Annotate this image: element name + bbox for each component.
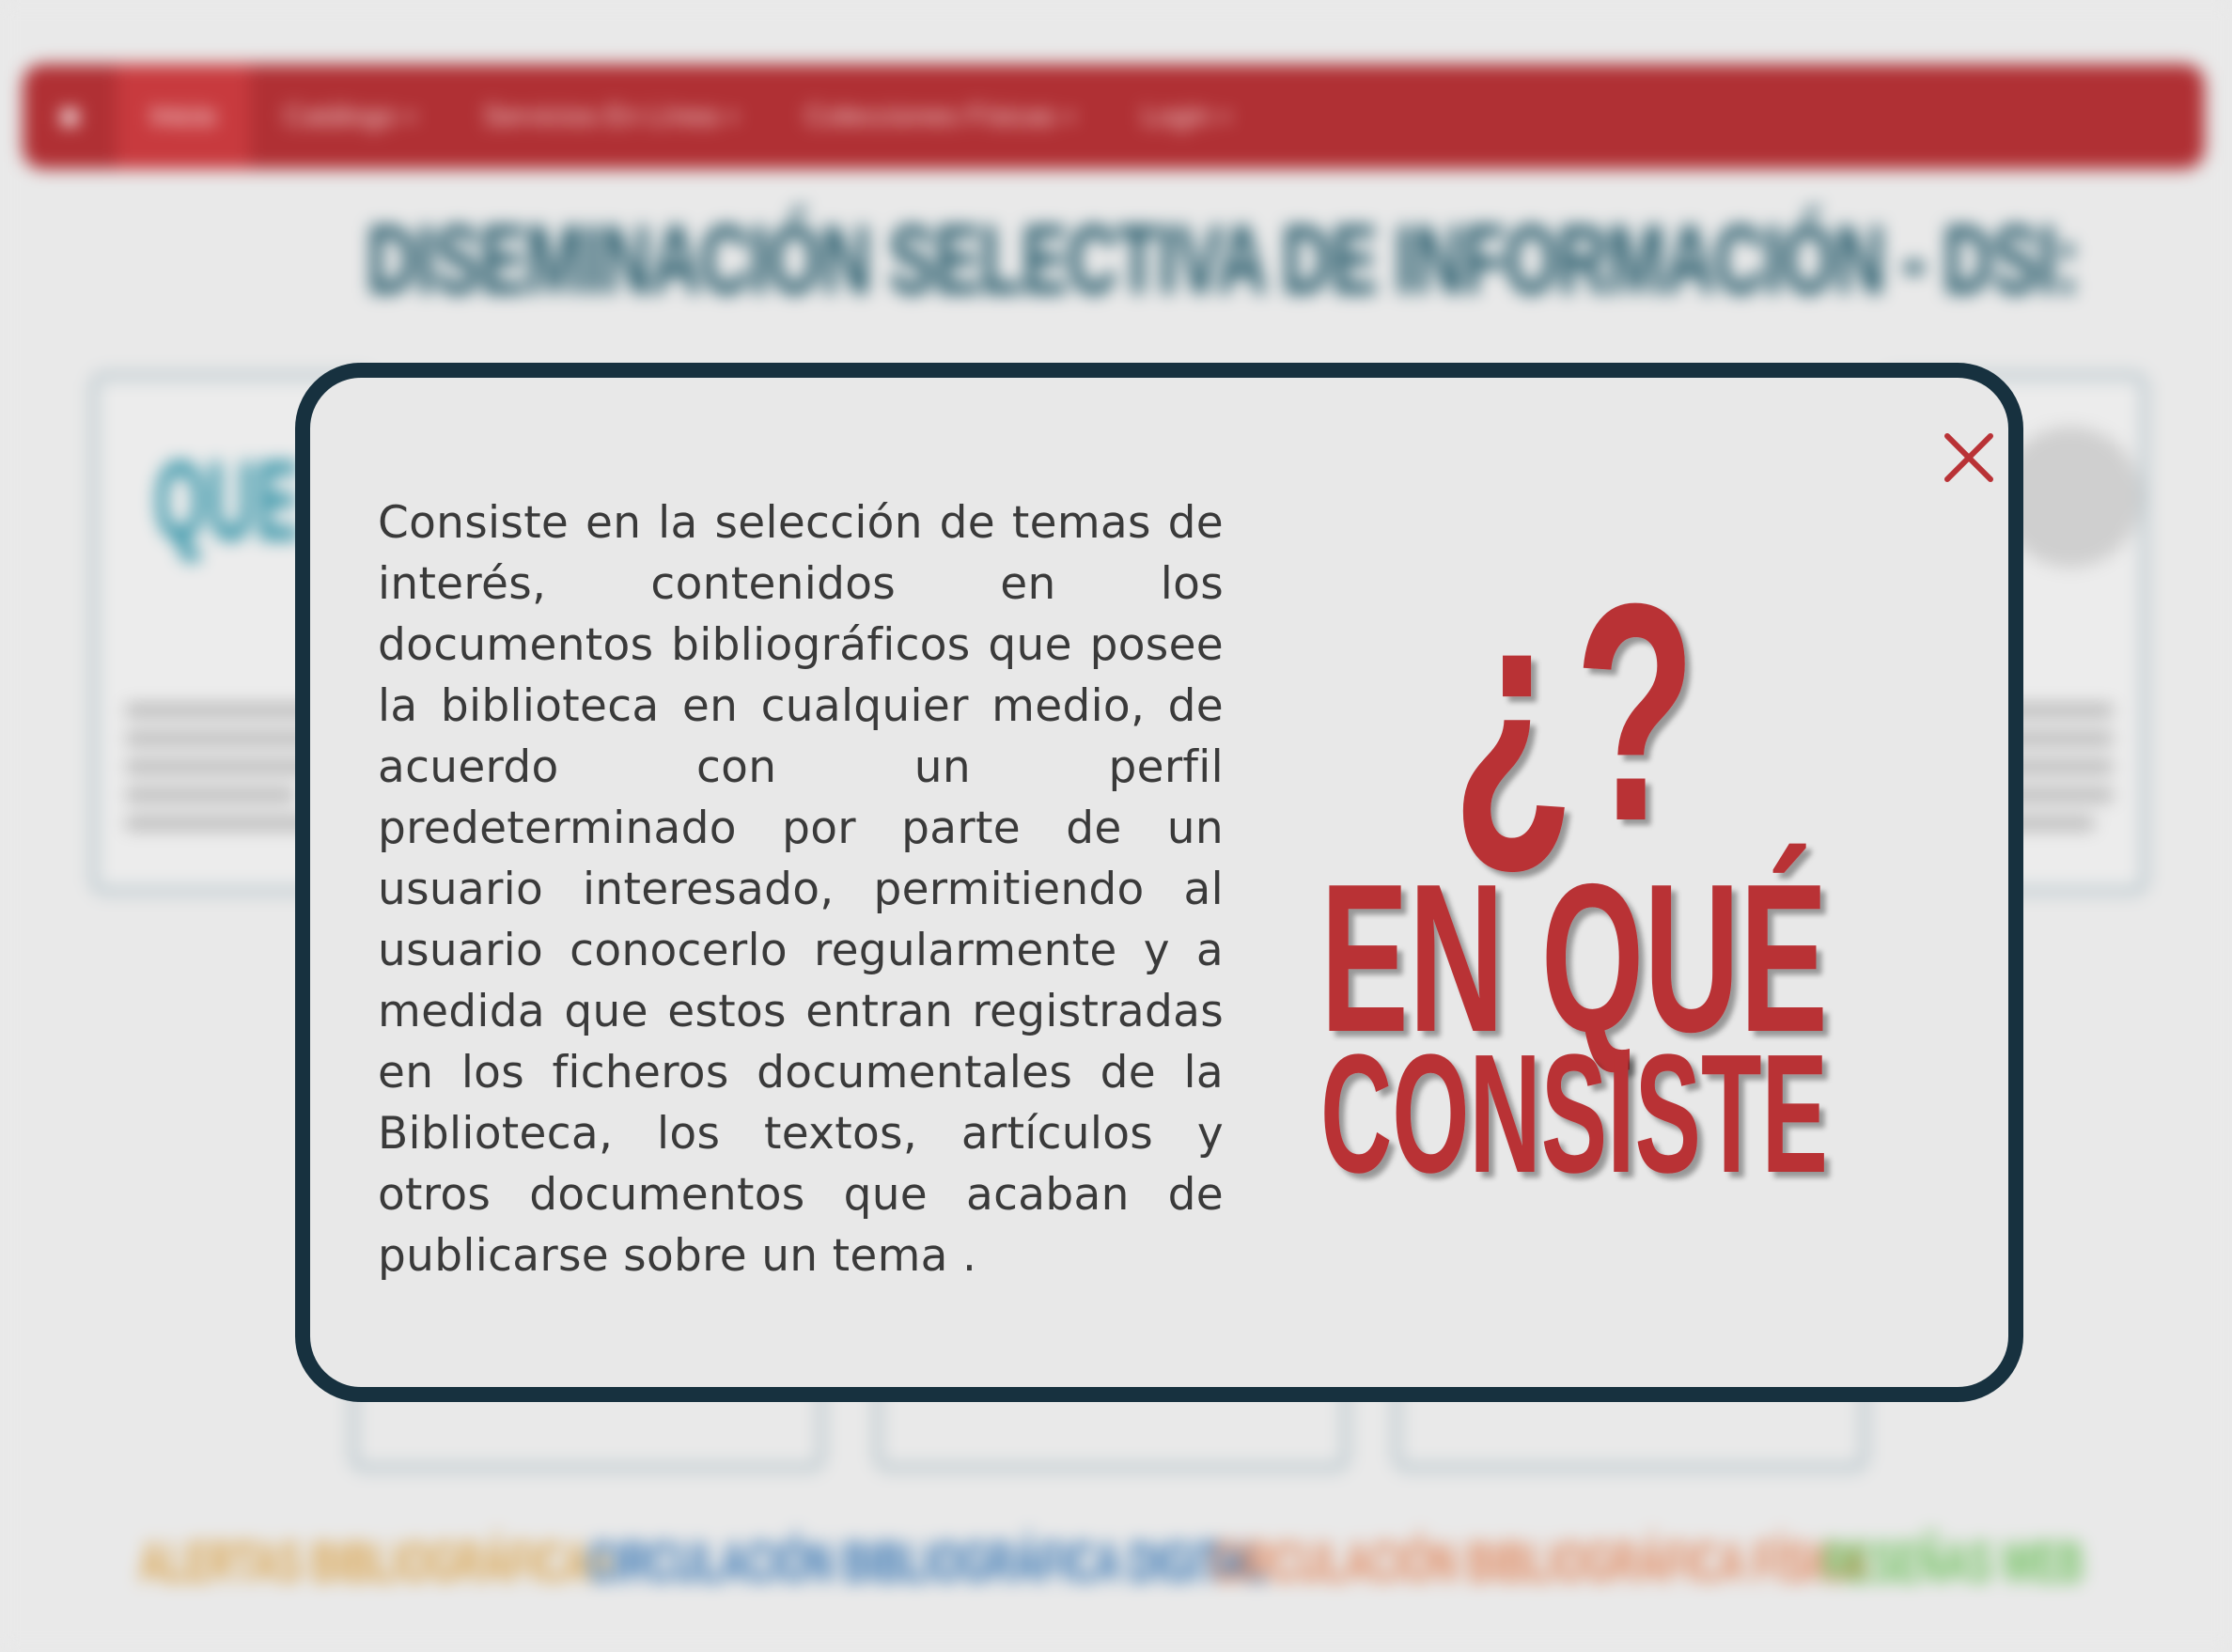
question-marks: ¿? xyxy=(1452,538,1696,885)
link-resenas-web[interactable]: RESEÑAS WEB xyxy=(1823,1530,2084,1595)
text-line xyxy=(126,732,314,745)
nav-item-label: Colecciones Físicas xyxy=(804,101,1056,132)
caret-down-icon: ▾ xyxy=(1220,106,1230,128)
link-label: ALERTAS BIBLIOGRÁFICAS xyxy=(139,1531,613,1594)
caret-down-icon: ▾ xyxy=(727,106,738,128)
nav-item-login[interactable]: Login ▾ xyxy=(1108,64,1263,169)
graphic-line-consiste: CONSISTE xyxy=(1320,1020,1828,1208)
en-que-consiste-graphic: ¿? EN QUÉ CONSISTE xyxy=(1297,538,1851,1208)
nav-item-colecciones[interactable]: Colecciones Físicas ▾ xyxy=(771,64,1108,169)
link-label: CIRCULACIÓN BIBLIOGRÁFICA FÍSICA xyxy=(1212,1531,1868,1594)
nav-item-label: Servicios En Línea xyxy=(483,101,719,132)
info-modal: Consiste en la selección de temas de int… xyxy=(295,363,2023,1402)
link-circulacion-digital[interactable]: CIRCULACIÓN BIBLIOGRÁFICA DIGITAL xyxy=(588,1530,1266,1595)
close-icon[interactable] xyxy=(1936,425,2002,491)
caret-down-icon: ▾ xyxy=(406,106,416,128)
link-alertas[interactable]: ALERTAS BIBLIOGRÁFICAS xyxy=(139,1530,613,1595)
page-title: DISEMINACIÓN SELECTIVA DE INFORMACIÓN - … xyxy=(367,206,2080,315)
text-line xyxy=(126,817,323,830)
link-circulacion-fisica[interactable]: CIRCULACIÓN BIBLIOGRÁFICA FÍSICA xyxy=(1212,1530,1867,1595)
modal-body-text: Consiste en la selección de temas de int… xyxy=(378,497,1224,1282)
nav-item-label: Catálogo xyxy=(284,101,398,132)
caret-down-icon: ▾ xyxy=(1065,106,1075,128)
link-label: RESEÑAS WEB xyxy=(1823,1531,2084,1594)
nav-item-inicio[interactable]: Inicio xyxy=(117,64,251,169)
link-label: CIRCULACIÓN BIBLIOGRÁFICA DIGITAL xyxy=(588,1531,1267,1594)
nav-item-servicios[interactable]: Servicios En Línea ▾ xyxy=(449,64,771,169)
navbar: ■ Inicio Catálogo ▾ Servicios En Línea ▾… xyxy=(23,64,2205,169)
nav-item-catalogo[interactable]: Catálogo ▾ xyxy=(250,64,449,169)
nav-item-label: Login xyxy=(1142,101,1211,132)
nav-item-label: Inicio xyxy=(150,101,217,132)
card-heading: QUE xyxy=(154,438,302,564)
text-line xyxy=(126,788,295,802)
home-icon[interactable]: ■ xyxy=(23,64,117,169)
